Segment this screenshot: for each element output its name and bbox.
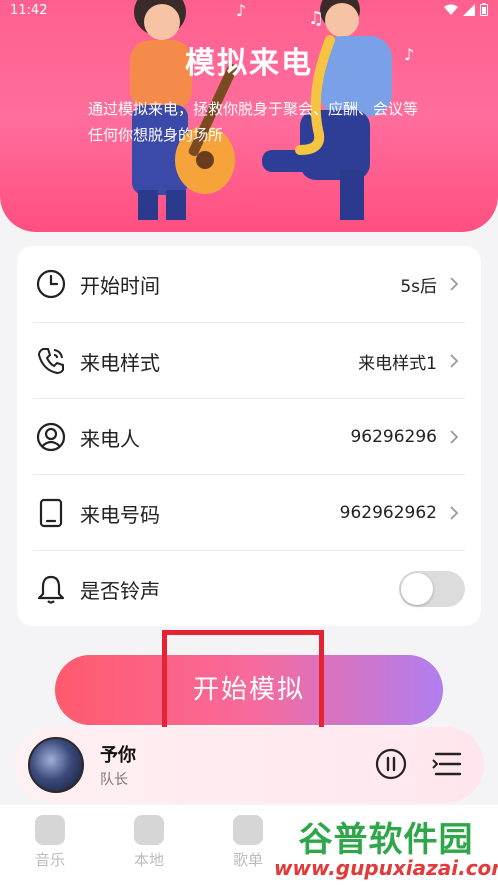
tab-local[interactable]: 本地 xyxy=(119,815,179,870)
watermark: 谷普软件园 www.gupuxiazai.com xyxy=(274,806,498,885)
phone-call-icon xyxy=(37,348,64,375)
chevron-right-icon xyxy=(450,277,459,291)
start-time-label: 开始时间 xyxy=(80,273,160,298)
call-style-value: 来电样式1 xyxy=(358,353,437,374)
song-artist: 队长 xyxy=(100,772,128,788)
watermark-url: www.gupuxiazai.com xyxy=(274,856,498,880)
caller-number-label: 来电号码 xyxy=(80,502,160,527)
caller-number-row[interactable]: 来电号码 962962962 xyxy=(17,475,481,551)
caller-label: 来电人 xyxy=(80,426,140,451)
chevron-right-icon xyxy=(450,506,459,520)
watermark-text: 谷普软件园 xyxy=(298,820,474,860)
call-style-row[interactable]: 来电样式 来电样式1 xyxy=(17,323,481,399)
tab-local-label: 本地 xyxy=(133,851,164,869)
tablet-icon xyxy=(39,498,63,528)
chevron-right-icon xyxy=(450,354,459,368)
person-icon xyxy=(36,422,66,452)
wifi-icon xyxy=(444,4,458,15)
pause-icon[interactable] xyxy=(374,747,408,781)
chevron-right-icon xyxy=(450,430,459,444)
playlist-icon[interactable] xyxy=(430,749,464,779)
start-time-row[interactable]: 开始时间 5s后 xyxy=(17,246,481,322)
ringtone-row: 是否铃声 xyxy=(17,551,481,627)
tab-music-label: 音乐 xyxy=(34,851,65,869)
status-icons xyxy=(444,3,488,16)
start-time-value: 5s后 xyxy=(400,276,437,297)
ringtone-label: 是否铃声 xyxy=(80,578,160,603)
signal-icon xyxy=(463,3,475,16)
caller-value: 96296296 xyxy=(350,427,437,447)
hero-title: 模拟来电 xyxy=(185,46,313,81)
status-time: 11:42 xyxy=(10,3,48,18)
status-bar: 11:42 xyxy=(0,0,498,22)
bell-icon xyxy=(37,575,65,604)
clock-icon xyxy=(36,269,66,299)
highlight-box xyxy=(162,630,324,734)
hero-description: 通过模拟来电，拯救你脱身于聚会、应酬、会议等任何你想脱身的场所 xyxy=(88,100,419,144)
album-art[interactable] xyxy=(28,737,84,793)
caller-row[interactable]: 来电人 96296296 xyxy=(17,399,481,475)
mini-player[interactable]: 予你 队长 xyxy=(14,727,484,803)
tab-playlist-label: 歌单 xyxy=(232,851,263,869)
settings-card: 开始时间 5s后 来电样式 来电样式1 来电人 96296296 来电号码 96… xyxy=(17,246,481,626)
caller-number-value: 962962962 xyxy=(339,503,437,523)
hero-banner: ♪ ♫ ♪ 模拟来电 通过模拟来电，拯救你脱身于聚会、应酬、会议等任何你想脱身的… xyxy=(0,0,498,232)
tab-playlist[interactable]: 歌单 xyxy=(218,815,278,870)
playlist-tab-icon xyxy=(233,815,263,845)
battery-icon xyxy=(480,3,488,16)
song-title: 予你 xyxy=(100,745,136,766)
toggle-knob xyxy=(401,573,433,605)
music-tab-icon xyxy=(35,815,65,845)
note-tab-icon xyxy=(134,815,164,845)
ringtone-toggle[interactable] xyxy=(399,571,465,607)
call-style-label: 来电样式 xyxy=(80,350,160,375)
tab-music[interactable]: 音乐 xyxy=(20,815,80,870)
